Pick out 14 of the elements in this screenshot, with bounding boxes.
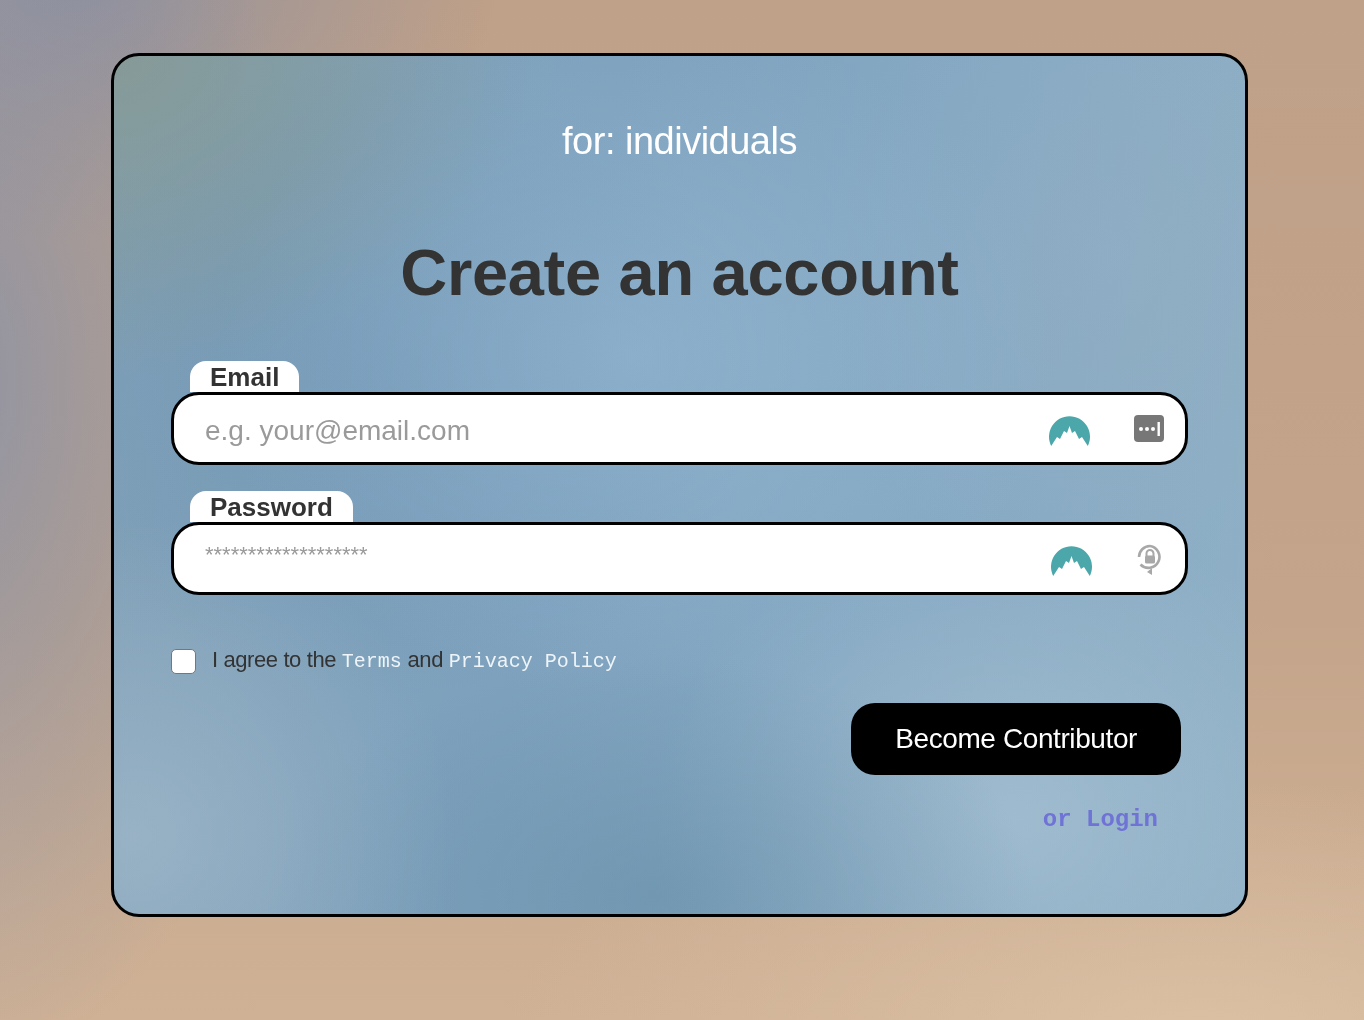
agree-checkbox[interactable] bbox=[171, 648, 196, 674]
policy-link[interactable]: Terms bbox=[341, 650, 402, 673]
login-link[interactable]: or Login bbox=[1042, 805, 1158, 835]
submit-button[interactable]: Become Contributor bbox=[851, 703, 1181, 775]
email-field[interactable]: e.g. your@email.com bbox=[171, 392, 1188, 465]
page-title: Create an account bbox=[400, 235, 959, 311]
field-label: Email bbox=[190, 361, 300, 392]
agreement-text: I agree to the Terms and Privacy Policy bbox=[212, 646, 617, 675]
password-dots-icon[interactable] bbox=[1134, 415, 1164, 442]
audience-subtitle: for: individuals bbox=[562, 119, 797, 164]
password-field[interactable]: ******************* bbox=[171, 522, 1188, 595]
field-label: Password bbox=[190, 491, 353, 522]
policy-link[interactable]: Privacy Policy bbox=[448, 650, 617, 673]
lock-refresh-icon[interactable] bbox=[1136, 542, 1164, 575]
